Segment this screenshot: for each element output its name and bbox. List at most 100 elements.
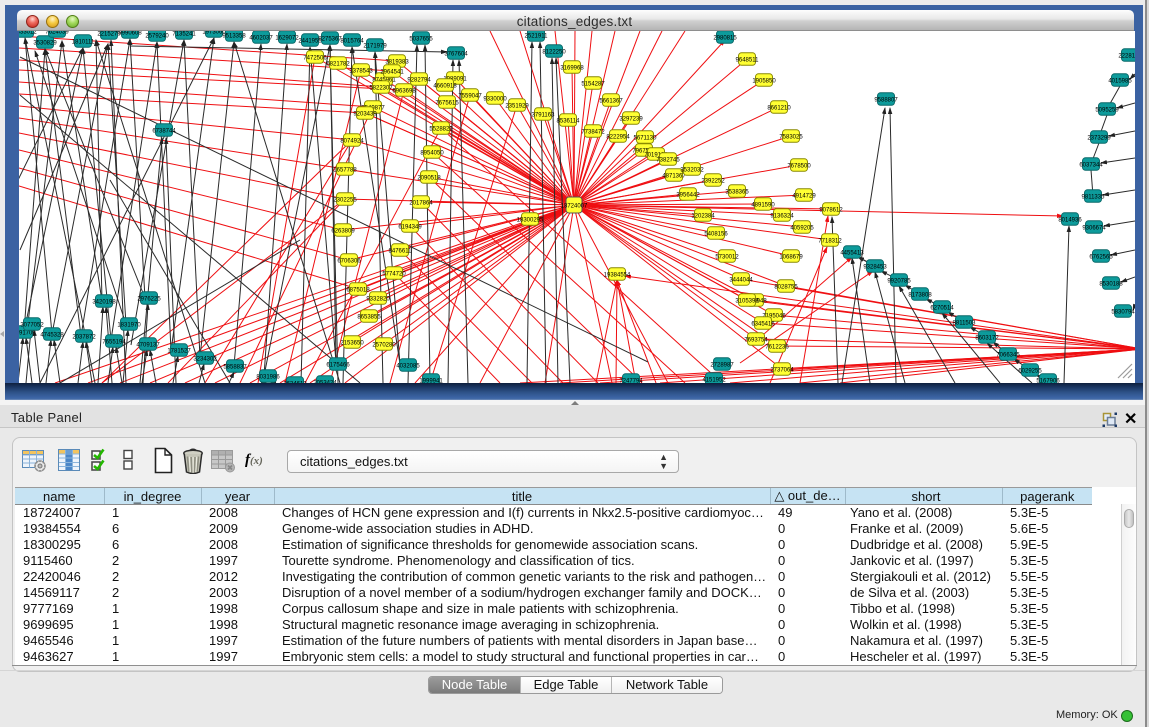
svg-text:8122250: 8122250: [542, 50, 566, 56]
svg-text:2579240: 2579240: [145, 34, 169, 40]
svg-text:2634613: 2634613: [283, 382, 307, 384]
svg-text:1831970: 1831970: [117, 323, 141, 329]
svg-text:6433012: 6433012: [19, 31, 37, 36]
svg-text:1629072: 1629072: [275, 36, 299, 42]
svg-text:9332820: 9332820: [366, 297, 390, 303]
svg-text:8031986: 8031986: [256, 375, 280, 381]
svg-text:1999941: 1999941: [419, 379, 443, 384]
svg-text:4871367: 4871367: [662, 174, 686, 180]
svg-text:5095259: 5095259: [1095, 108, 1119, 114]
svg-text:4151952: 4151952: [702, 378, 726, 384]
svg-text:2737064: 2737064: [770, 368, 794, 374]
svg-text:7655194: 7655194: [102, 340, 126, 346]
svg-text:5661367: 5661367: [599, 99, 623, 105]
svg-text:7612236: 7612236: [765, 345, 789, 351]
svg-text:6706306: 6706306: [337, 259, 361, 265]
svg-text:3791163: 3791163: [532, 113, 556, 119]
svg-text:8530188: 8530188: [1099, 282, 1123, 288]
svg-text:4032085: 4032085: [396, 364, 420, 370]
svg-text:1657788: 1657788: [333, 168, 357, 174]
svg-text:5528829: 5528829: [429, 127, 453, 133]
svg-text:5037655: 5037655: [409, 37, 433, 43]
svg-text:8653855: 8653855: [357, 315, 381, 321]
svg-text:5774720: 5774720: [382, 272, 406, 278]
svg-text:6029255: 6029255: [1018, 369, 1042, 375]
svg-text:7066345: 7066345: [996, 353, 1020, 359]
svg-text:2171979: 2171979: [363, 44, 387, 50]
svg-text:6175466: 6175466: [326, 363, 350, 369]
svg-text:2153650: 2153650: [340, 341, 364, 347]
svg-text:7675615: 7675615: [435, 101, 459, 107]
svg-text:6270514: 6270514: [930, 306, 954, 312]
svg-text:6762565: 6762565: [1089, 255, 1113, 261]
svg-text:3767604: 3767604: [444, 52, 468, 58]
svg-text:5822307: 5822307: [369, 86, 393, 92]
svg-text:4891590: 4891590: [751, 203, 775, 209]
svg-text:4745328: 4745328: [40, 333, 64, 339]
svg-text:8015764: 8015764: [340, 39, 364, 45]
svg-text:6963698: 6963698: [392, 89, 416, 95]
svg-text:3234302: 3234302: [193, 357, 217, 363]
svg-text:2090518: 2090518: [417, 176, 441, 182]
svg-text:3297239: 3297239: [619, 117, 643, 123]
svg-text:7382745: 7382745: [656, 158, 680, 164]
svg-text:2017864: 2017864: [409, 201, 433, 207]
svg-text:18300295: 18300295: [517, 218, 544, 224]
svg-text:9811335: 9811335: [1082, 195, 1106, 201]
svg-text:9513358: 9513358: [222, 34, 246, 40]
svg-text:2976225: 2976225: [137, 297, 161, 303]
svg-text:8661210: 8661210: [767, 106, 791, 112]
svg-text:7624039: 7624039: [45, 31, 69, 36]
svg-text:7583025: 7583025: [779, 135, 803, 141]
svg-text:8603172: 8603172: [975, 336, 999, 342]
svg-text:5167906: 5167906: [1036, 379, 1060, 384]
svg-text:9330000: 9330000: [483, 97, 507, 103]
svg-text:6037344: 6037344: [1079, 163, 1103, 169]
svg-text:4660918: 4660918: [433, 84, 457, 90]
svg-text:5671130: 5671130: [634, 136, 658, 142]
svg-text:5154287: 5154287: [581, 82, 605, 88]
svg-text:1781527: 1781527: [167, 349, 191, 355]
svg-text:8811503: 8811503: [953, 321, 977, 327]
svg-text:2037872: 2037872: [72, 335, 96, 341]
svg-text:7718312: 7718312: [818, 239, 842, 245]
svg-text:5730012: 5730012: [715, 255, 739, 261]
svg-text:3169968: 3169968: [560, 66, 584, 72]
svg-text:9306674: 9306674: [1082, 226, 1106, 232]
svg-text:7738472: 7738472: [581, 130, 605, 136]
svg-text:9136324: 9136324: [770, 214, 794, 220]
svg-text:4914729: 4914729: [792, 194, 816, 200]
svg-text:8028755: 8028755: [774, 285, 798, 291]
svg-text:8173808: 8173808: [908, 293, 932, 299]
svg-text:7693754: 7693754: [744, 338, 768, 344]
svg-text:9203439: 9203439: [353, 112, 377, 118]
svg-text:8476611: 8476611: [389, 249, 413, 255]
svg-text:2302255: 2302255: [333, 198, 357, 204]
svg-text:9990608: 9990608: [118, 31, 142, 37]
svg-text:3420198: 3420198: [92, 300, 116, 306]
svg-text:3105398: 3105398: [735, 299, 759, 305]
svg-text:3538365: 3538365: [725, 190, 749, 196]
svg-text:8954050: 8954050: [420, 151, 444, 157]
svg-text:9282794: 9282794: [407, 78, 431, 84]
svg-text:18724007: 18724007: [561, 204, 588, 210]
svg-text:9648511: 9648511: [736, 58, 760, 64]
svg-text:6194349: 6194349: [398, 225, 422, 231]
svg-text:3532032: 3532032: [680, 168, 704, 174]
svg-text:2351929: 2351929: [505, 104, 529, 110]
svg-text:8536114: 8536114: [557, 119, 581, 125]
svg-text:1378543: 1378543: [349, 69, 373, 75]
svg-text:4015985: 4015985: [1108, 79, 1132, 85]
svg-text:4455413: 4455413: [840, 251, 864, 257]
svg-text:9328453: 9328453: [863, 265, 887, 271]
svg-text:7135241: 7135241: [172, 32, 196, 38]
svg-text:8275367: 8275367: [318, 37, 342, 43]
svg-text:2570280: 2570280: [372, 343, 396, 349]
svg-text:4059205: 4059205: [790, 226, 814, 232]
svg-text:2392252: 2392252: [701, 179, 725, 185]
svg-text:6875018: 6875018: [346, 288, 370, 294]
svg-text:2728987: 2728987: [710, 363, 734, 369]
svg-text:6821782: 6821782: [326, 62, 350, 68]
svg-text:2980815: 2980815: [713, 36, 737, 42]
svg-text:4709137: 4709137: [136, 343, 160, 349]
